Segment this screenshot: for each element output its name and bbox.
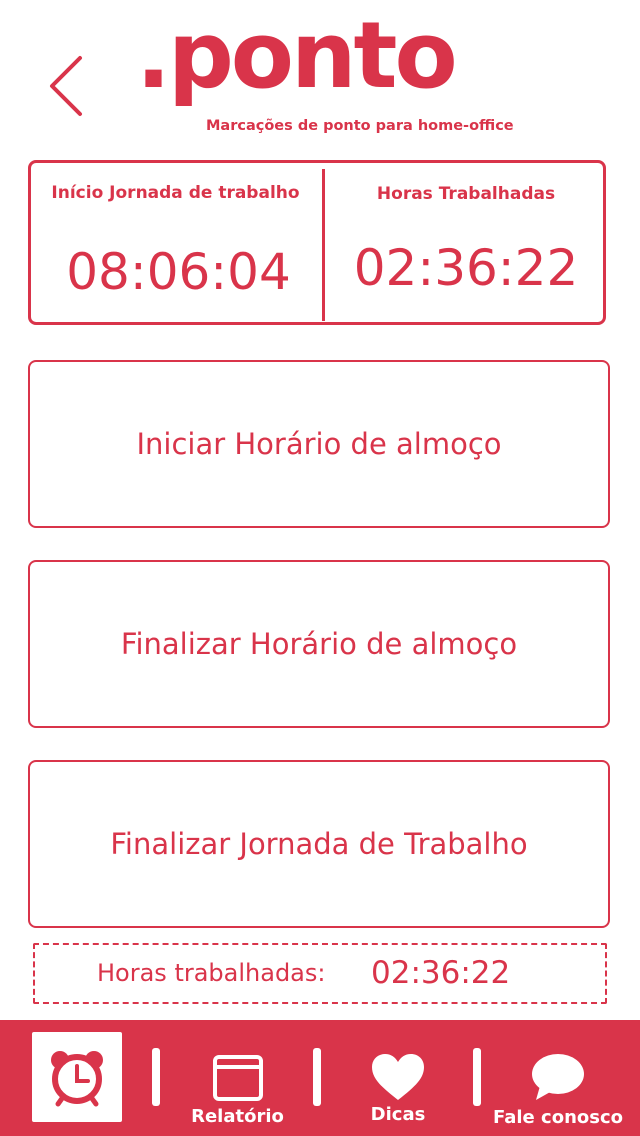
worked-hours-label: Horas Trabalhadas (376, 184, 556, 204)
logo-tagline: Marcações de ponto para home-office (206, 118, 514, 134)
summary-value: 02:36:22 (371, 955, 511, 991)
nav-item-clock[interactable] (32, 1032, 122, 1122)
nav-separator (152, 1048, 160, 1106)
summary-label: Horas trabalhadas: (97, 959, 326, 987)
nav-separator (473, 1048, 481, 1106)
worked-hours-value: 02:36:22 (353, 239, 579, 297)
chat-bubble-icon (532, 1054, 584, 1100)
bottom-nav: Relatório Dicas Fale conosco (0, 1020, 640, 1136)
app-logo: .ponto Marcações de ponto para home-offi… (136, 10, 516, 140)
nav-item-relatorio[interactable]: Relatório (185, 1032, 290, 1127)
nav-label-relatorio: Relatório (191, 1106, 284, 1127)
end-lunch-label: Finalizar Horário de almoço (120, 627, 518, 661)
end-workday-label: Finalizar Jornada de Trabalho (110, 827, 528, 861)
nav-item-dicas[interactable]: Dicas (348, 1032, 448, 1125)
end-lunch-button[interactable]: Finalizar Horário de almoço (28, 560, 610, 728)
nav-label-dicas: Dicas (370, 1104, 426, 1125)
alarm-clock-icon (51, 1051, 103, 1107)
nav-item-fale-conosco[interactable]: Fale conosco (490, 1032, 626, 1128)
nav-label-fale-conosco: Fale conosco (493, 1107, 623, 1128)
start-time-label: Início Jornada de trabalho (51, 183, 300, 203)
start-lunch-button[interactable]: Iniciar Horário de almoço (28, 360, 610, 528)
start-time-value: 08:06:04 (66, 243, 291, 301)
worked-hours-summary: Horas trabalhadas: 02:36:22 (33, 943, 607, 1004)
start-lunch-label: Iniciar Horário de almoço (136, 427, 502, 461)
chevron-left-icon (50, 56, 82, 116)
nav-separator (313, 1048, 321, 1106)
stats-divider (322, 169, 325, 321)
end-workday-button[interactable]: Finalizar Jornada de Trabalho (28, 760, 610, 928)
window-icon (213, 1055, 263, 1101)
workday-stats-panel: Início Jornada de trabalho 08:06:04 Hora… (28, 160, 606, 325)
heart-icon (372, 1054, 424, 1100)
back-button[interactable] (40, 52, 90, 122)
logo-wordmark: .ponto (136, 2, 458, 109)
